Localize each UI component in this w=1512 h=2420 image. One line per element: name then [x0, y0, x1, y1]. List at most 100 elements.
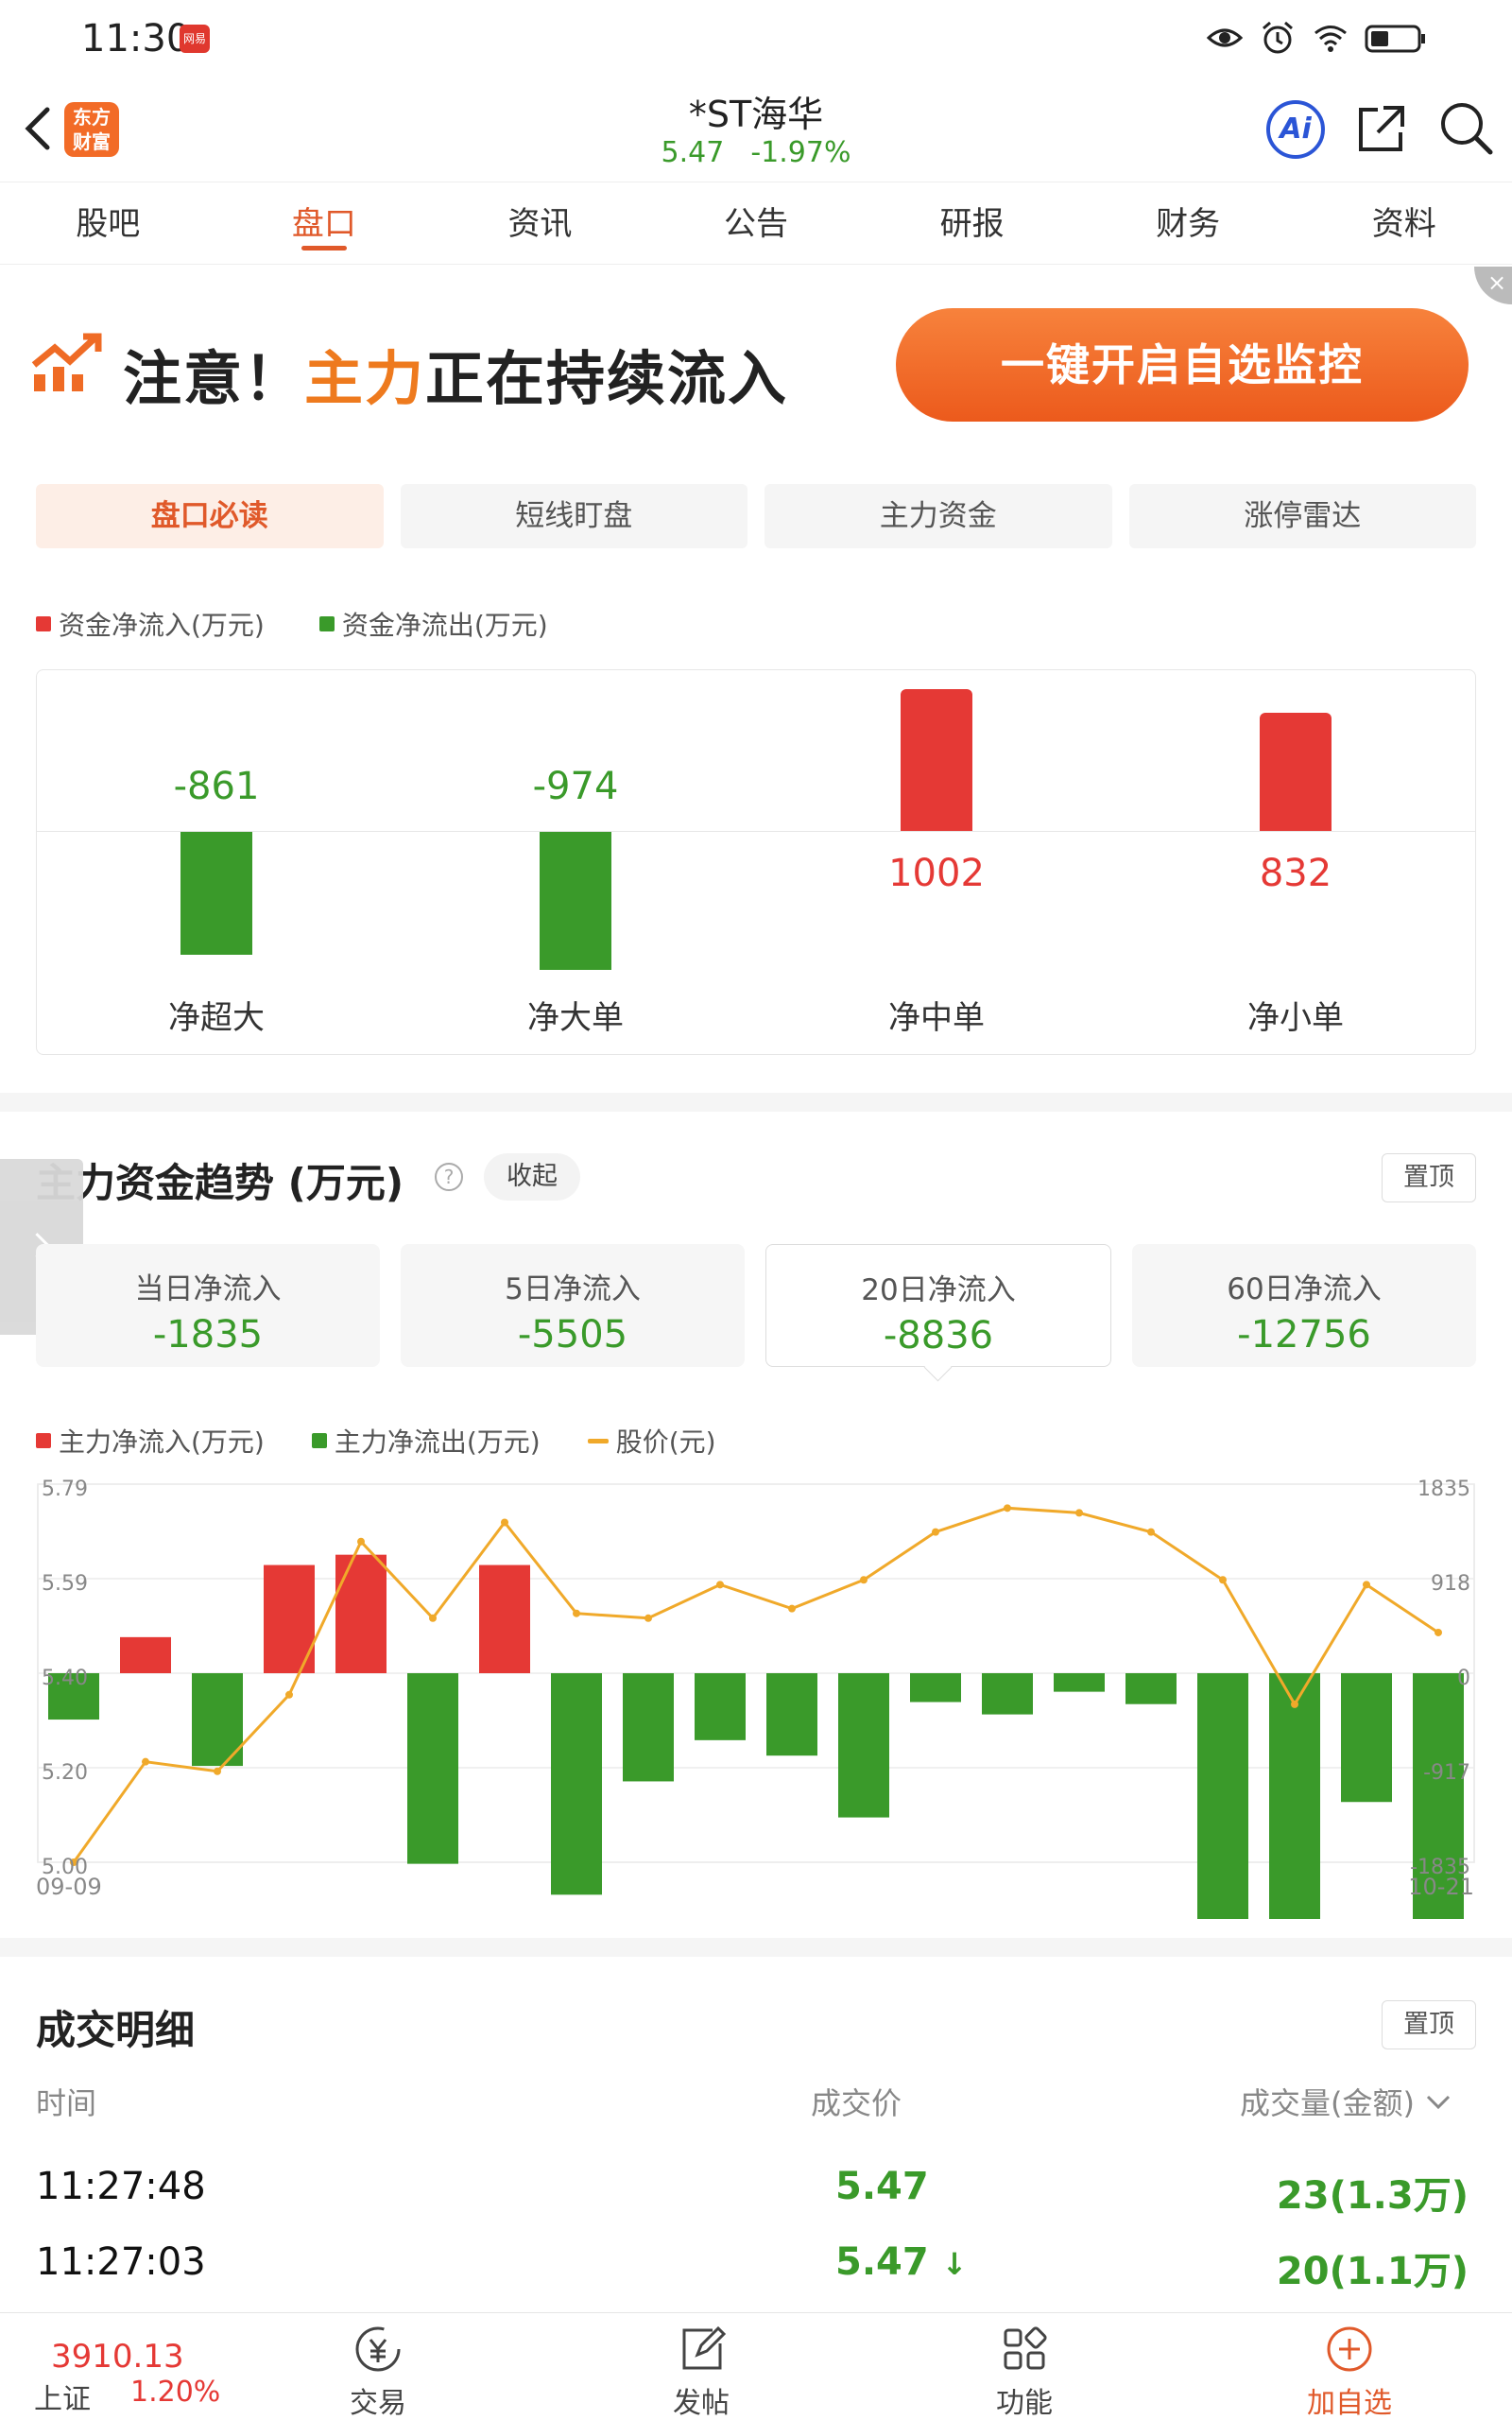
price-point [573, 1609, 580, 1617]
legend-main-inflow-swatch [36, 1433, 51, 1448]
promo-banner: 注意！主力正在持续流入 一键开启自选监控 × [0, 267, 1512, 456]
flow-value-small: 832 [1259, 852, 1332, 895]
section-divider [0, 1093, 1512, 1112]
outflow-bar [551, 1673, 602, 1895]
outflow-bar [623, 1673, 674, 1782]
x-end-label: 10-21 [1408, 1874, 1474, 1900]
section-divider [0, 1938, 1512, 1957]
price-point [429, 1614, 437, 1622]
deal-time: 11:27:48 [36, 2165, 206, 2208]
tab-pankou[interactable]: 盘口 [216, 182, 433, 264]
search-icon[interactable] [1436, 98, 1495, 157]
inflow-bar [120, 1636, 171, 1673]
price-point [1435, 1628, 1442, 1636]
collapse-button[interactable]: 收起 [484, 1153, 580, 1201]
legend-main-outflow: 主力净流出(万元) [311, 1422, 541, 1460]
enable-monitor-button[interactable]: 一键开启自选监控 [896, 308, 1469, 422]
outflow-bar [1269, 1673, 1320, 1919]
index-change: 1.20% [130, 2376, 221, 2409]
period-value: -1835 [152, 1313, 264, 1357]
deals-header-volume-label: 成交量(金额) [1240, 2085, 1415, 2121]
deal-row: 11:27:48 5.47 23(1.3万) [0, 2165, 1512, 2240]
period-card-60d[interactable]: 60日净流入 -12756 [1132, 1244, 1476, 1367]
legend-inflow: 资金净流入(万元) [36, 605, 265, 643]
tab-profile[interactable]: 资料 [1296, 182, 1512, 264]
tab-news[interactable]: 资讯 [432, 182, 648, 264]
index-ticker[interactable]: 3910.13 上证 1.20% [0, 2313, 246, 2420]
deals-header-volume[interactable]: 成交量(金额) [1240, 2080, 1452, 2123]
legend-inflow-label: 资金净流入(万元) [59, 610, 265, 641]
nav-functions[interactable]: 功能 [958, 2313, 1091, 2420]
nav-trade-label: 交易 [350, 2387, 406, 2420]
grid-apps-icon [1004, 2326, 1047, 2370]
tab-announcements[interactable]: 公告 [648, 182, 865, 264]
trend-title: 主力资金趋势 (万元) [36, 1160, 404, 1206]
outflow-bar [695, 1673, 746, 1740]
flow-value-super-large: -861 [173, 765, 260, 808]
down-arrow-icon: ↓ [941, 2246, 968, 2282]
status-bar: 11:30 网易 [0, 0, 1512, 76]
ai-button[interactable]: Ai [1266, 100, 1325, 159]
stock-header: 东方 财富 *ST海华 5.47 -1.97% Ai [0, 76, 1512, 182]
period-card-20d[interactable]: 20日净流入 -8836 [765, 1244, 1111, 1367]
deal-price: 5.47 ↓ [835, 2240, 967, 2284]
period-label: 5日净流入 [505, 1272, 641, 1306]
help-icon[interactable]: ? [435, 1163, 463, 1191]
tab-research[interactable]: 研报 [864, 182, 1080, 264]
inflow-bar [335, 1554, 387, 1673]
price-point [1219, 1576, 1227, 1584]
period-card-5d[interactable]: 5日净流入 -5505 [401, 1244, 745, 1367]
flow-bar-super-large [180, 832, 252, 955]
left-tick-label: 5.20 [42, 1761, 88, 1785]
price-point [1147, 1528, 1155, 1536]
deals-pin-button[interactable]: 置顶 [1382, 2000, 1476, 2049]
nav-add-watchlist-label: 加自选 [1307, 2387, 1392, 2420]
stock-price: 5.47 [661, 136, 725, 169]
nav-add-watchlist[interactable]: 加自选 [1283, 2313, 1416, 2420]
battery-icon [1365, 25, 1425, 53]
edit-icon [682, 2325, 727, 2370]
nav-post[interactable]: 发帖 [635, 2313, 767, 2420]
period-card-today[interactable]: 当日净流入 -1835 [36, 1244, 380, 1367]
tab-finance[interactable]: 财务 [1080, 182, 1297, 264]
nav-trade[interactable]: 交易 [312, 2313, 444, 2420]
outflow-bar [982, 1673, 1033, 1715]
eye-icon [1206, 28, 1244, 47]
deal-price-value: 5.47 [835, 2240, 929, 2284]
deal-time: 11:27:03 [36, 2240, 206, 2284]
index-value: 3910.13 [51, 2338, 184, 2376]
deal-volume: 20(1.1万) [1276, 2250, 1469, 2293]
legend-outflow-label: 资金净流出(万元) [341, 610, 548, 641]
tab-guba[interactable]: 股吧 [0, 182, 216, 264]
deal-volume: 23(1.3万) [1276, 2174, 1469, 2218]
legend-main-inflow-label: 主力净流入(万元) [59, 1426, 265, 1458]
price-point [644, 1614, 652, 1622]
subtab-main-funds[interactable]: 主力资金 [765, 484, 1112, 548]
flow-value-medium: 1002 [888, 852, 985, 895]
period-cards: 当日净流入 -1835 5日净流入 -5505 20日净流入 -8836 60日… [36, 1244, 1476, 1367]
banner-close-button[interactable]: × [1474, 267, 1512, 304]
deal-price: 5.47 [835, 2165, 929, 2208]
bottom-nav-bar: 3910.13 上证 1.20% 交易 发帖 功能 加自选 [0, 2312, 1512, 2420]
price-point [788, 1604, 796, 1613]
banner-warn: 注意！ [123, 344, 305, 413]
legend-main-inflow: 主力净流入(万元) [36, 1422, 265, 1460]
period-label: 当日净流入 [134, 1272, 282, 1306]
trend-pin-button[interactable]: 置顶 [1382, 1153, 1476, 1202]
subtab-limit-radar[interactable]: 涨停雷达 [1128, 484, 1476, 548]
subtab-must-read[interactable]: 盘口必读 [36, 484, 384, 548]
flow-bar-large [540, 832, 611, 970]
index-name: 上证 [34, 2383, 91, 2416]
flow-value-large: -974 [532, 765, 619, 808]
subtab-short-term[interactable]: 短线盯盘 [400, 484, 747, 548]
price-point [142, 1757, 149, 1766]
period-value: -5505 [517, 1313, 628, 1357]
outflow-bar [407, 1673, 458, 1864]
price-point [932, 1528, 939, 1536]
deal-price-value: 5.47 [835, 2165, 929, 2208]
flow-label-large: 净大单 [527, 999, 624, 1037]
banner-rest: 正在持续流入 [425, 344, 789, 413]
yen-coin-icon [355, 2326, 401, 2372]
share-icon[interactable] [1353, 100, 1410, 157]
fund-flow-panel: -861 净超大 -974 净大单 1002 净中单 832 净小单 [36, 669, 1476, 1055]
